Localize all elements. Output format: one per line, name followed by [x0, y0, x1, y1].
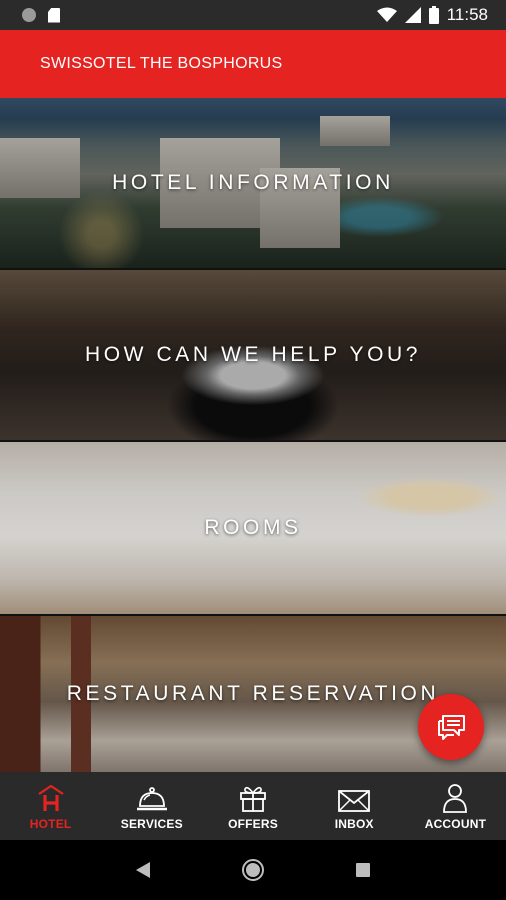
nav-label: SERVICES: [120, 817, 183, 831]
signal-icon: [404, 7, 421, 23]
tile-label: RESTAURANT RESERVATION: [66, 682, 440, 705]
status-bar: 11:58: [0, 0, 506, 30]
hotel-icon: [34, 781, 68, 813]
nav-inbox[interactable]: INBOX: [304, 772, 405, 840]
chat-bubbles-icon: [438, 715, 465, 740]
envelope-icon: [337, 781, 371, 813]
gift-icon: [236, 781, 270, 813]
tile-how-can-we-help[interactable]: HOW CAN WE HELP YOU?: [0, 270, 506, 440]
bottom-nav: HOTEL SERVICES OFFERS INBOX ACCOUNT: [0, 772, 506, 840]
tile-label: ROOMS: [204, 516, 302, 539]
notification-dot-icon: [22, 8, 36, 22]
tile-label: HOTEL INFORMATION: [112, 171, 394, 194]
status-time: 11:58: [446, 5, 488, 24]
nav-account[interactable]: ACCOUNT: [405, 772, 506, 840]
back-icon[interactable]: [135, 861, 151, 879]
home-icon[interactable]: [241, 858, 265, 882]
battery-icon: [428, 6, 439, 24]
app-header: SWISSOTEL THE BOSPHORUS: [0, 30, 506, 98]
chat-button[interactable]: [418, 694, 484, 760]
nav-label: HOTEL: [29, 817, 72, 831]
nav-offers[interactable]: OFFERS: [202, 772, 303, 840]
nav-services[interactable]: SERVICES: [101, 772, 202, 840]
app-title: SWISSOTEL THE BOSPHORUS: [40, 55, 283, 72]
nav-label: OFFERS: [228, 817, 278, 831]
tile-label: HOW CAN WE HELP YOU?: [84, 343, 422, 366]
tile-rooms[interactable]: ROOMS: [0, 442, 506, 614]
sd-card-icon: [48, 7, 60, 23]
nav-label: INBOX: [334, 817, 374, 831]
service-bell-icon: [135, 781, 169, 813]
nav-label: ACCOUNT: [424, 817, 487, 831]
tile-hotel-information[interactable]: HOTEL INFORMATION: [0, 98, 506, 268]
wifi-icon: [376, 7, 397, 22]
recents-icon[interactable]: [355, 862, 371, 878]
system-nav-bar: [0, 840, 506, 900]
person-icon: [438, 781, 472, 813]
nav-hotel[interactable]: HOTEL: [0, 772, 101, 840]
